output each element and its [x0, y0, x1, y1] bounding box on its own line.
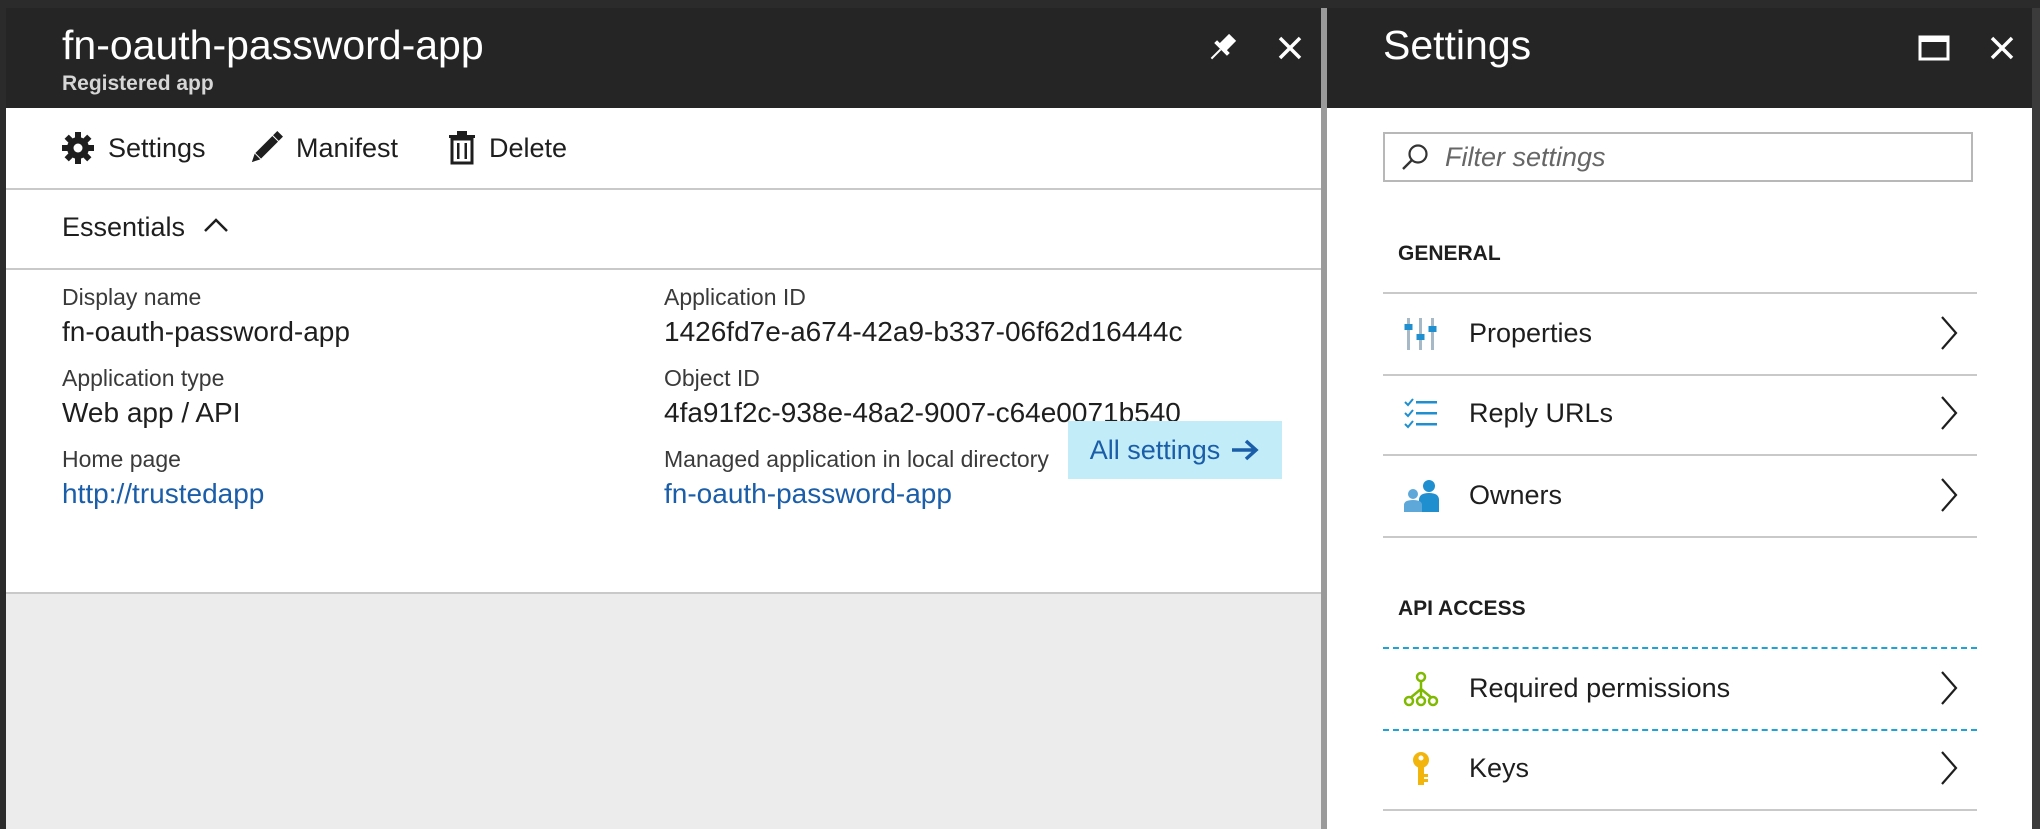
settings-blade-title: Settings [1383, 22, 1532, 68]
settings-item-label: Keys [1469, 753, 1530, 783]
search-icon [1402, 144, 1428, 170]
application-id-label: Application ID [664, 284, 806, 310]
settings-item-required-permissions[interactable]: Required permissions [1383, 647, 1977, 731]
settings-item-label: Reply URLs [1469, 398, 1614, 428]
settings-item-keys[interactable]: Keys [1383, 729, 1977, 811]
settings-item-reply-urls[interactable]: Reply URLs [1383, 374, 1977, 456]
all-settings-button[interactable]: All settings [1068, 421, 1282, 479]
chevron-right-icon [1941, 751, 1958, 785]
chevron-right-icon [1941, 478, 1958, 512]
settings-blade-header: Settings [1327, 8, 2032, 108]
essentials-label: Essentials [62, 212, 186, 242]
application-id-value: 1426fd7e-a674-42a9-b337-06f62d16444c [664, 316, 1183, 347]
application-type-label: Application type [62, 365, 225, 391]
properties-icon [1404, 318, 1437, 350]
manifest-button-label: Manifest [296, 132, 399, 163]
chevron-right-icon [1941, 396, 1958, 430]
settings-item-label: Properties [1469, 318, 1593, 348]
application-type-value: Web app / API [62, 397, 241, 428]
general-section-header: GENERAL [1398, 242, 1501, 265]
essentials-toggle[interactable]: Essentials [6, 190, 1321, 270]
filter-settings-input[interactable] [1443, 140, 1947, 174]
all-settings-label: All settings [1089, 434, 1221, 465]
delete-button-label: Delete [489, 132, 568, 163]
keys-icon [1413, 752, 1429, 785]
home-page-link[interactable]: http://trustedapp [62, 478, 264, 510]
settings-item-owners[interactable]: Owners [1383, 456, 1977, 538]
settings-button[interactable]: Settings [60, 128, 206, 168]
right-edge [2032, 8, 2040, 829]
managed-app-label: Managed application in local directory [664, 446, 1049, 472]
filter-settings-box[interactable] [1383, 132, 1973, 182]
blade-bottom-divider [6, 592, 1321, 594]
app-blade-body: Settings Manifest Delete Essentials Disp… [6, 108, 1321, 592]
app-blade-title: fn-oauth-password-app [62, 22, 484, 68]
pencil-icon [251, 131, 283, 163]
object-id-label: Object ID [664, 365, 760, 391]
chevron-right-icon [1941, 316, 1958, 350]
settings-item-properties[interactable]: Properties [1383, 292, 1977, 376]
manifest-button[interactable]: Manifest [248, 128, 398, 168]
maximize-icon[interactable] [1914, 28, 1954, 68]
display-name-label: Display name [62, 284, 202, 310]
pin-icon[interactable] [1202, 28, 1242, 68]
required-permissions-icon [1403, 671, 1439, 707]
api-access-section-header: API ACCESS [1398, 597, 1526, 620]
settings-item-label: Required permissions [1469, 673, 1731, 703]
chevron-right-icon [1941, 671, 1958, 705]
display-name-value: fn-oauth-password-app [62, 316, 350, 347]
delete-button[interactable]: Delete [447, 128, 567, 168]
managed-app-link[interactable]: fn-oauth-password-app [664, 478, 952, 510]
settings-blade-body: GENERAL Properties Reply URLs [1327, 108, 2032, 829]
top-strip [0, 0, 2040, 8]
arrow-right-icon [1232, 439, 1259, 461]
home-page-label: Home page [62, 446, 181, 472]
reply-urls-icon [1404, 398, 1437, 429]
app-blade-header: fn-oauth-password-app Registered app [6, 8, 1321, 108]
trash-icon [449, 131, 475, 165]
chevron-up-icon [204, 218, 228, 232]
close-settings-icon[interactable] [1982, 28, 2022, 68]
settings-item-label: Owners [1469, 480, 1563, 510]
app-blade-subtitle: Registered app [62, 72, 214, 95]
owners-icon [1404, 480, 1439, 512]
gear-icon [62, 132, 94, 164]
settings-button-label: Settings [108, 132, 206, 163]
command-bar: Settings Manifest Delete [6, 108, 1321, 190]
close-icon[interactable] [1270, 28, 1310, 68]
